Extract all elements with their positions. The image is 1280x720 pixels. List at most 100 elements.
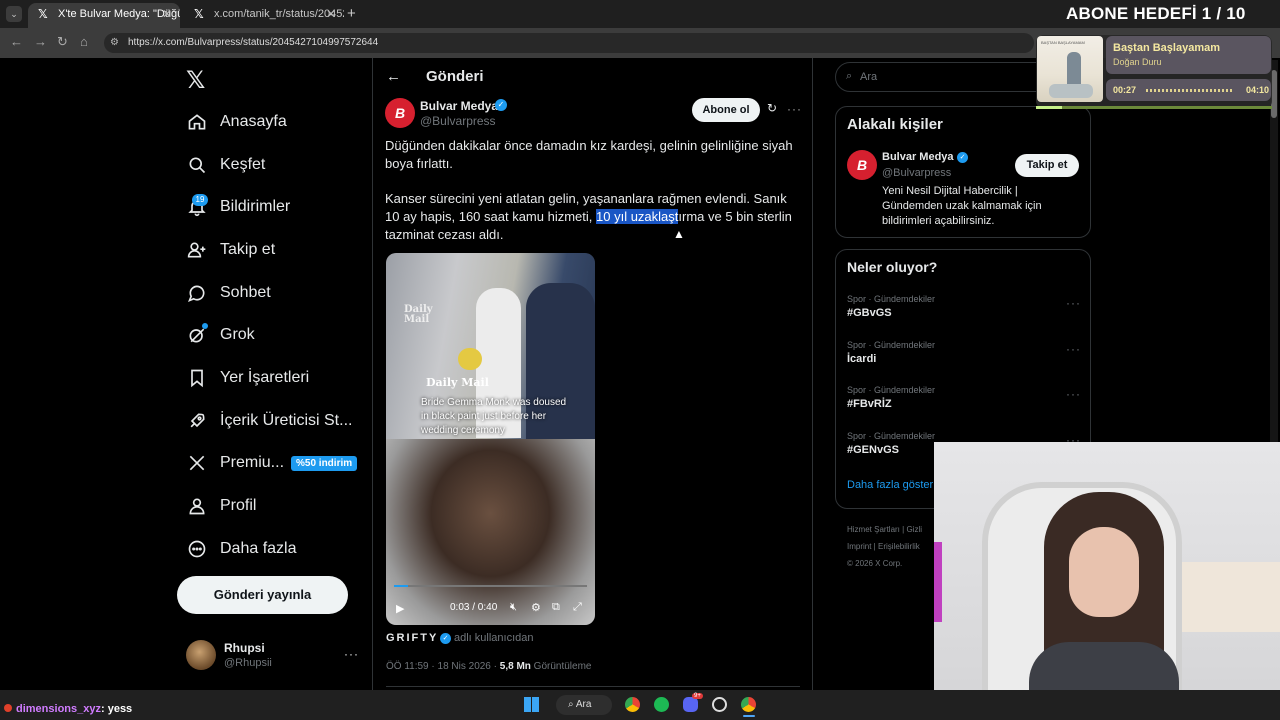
grok-icon[interactable]: ↻	[767, 101, 777, 115]
new-tab-button[interactable]: +	[347, 5, 356, 22]
post-button[interactable]: Gönderi yayınla	[177, 576, 348, 614]
trend-more-icon[interactable]: ···	[1066, 296, 1081, 310]
address-bar[interactable]: https://x.com/Bulvarpress/status/2045427…	[104, 33, 1034, 53]
account-menu-icon[interactable]: ···	[344, 647, 359, 661]
sidebar-item-add-person[interactable]: Takip et	[186, 235, 275, 265]
video-player[interactable]: Daily Mail Daily Mail Bride Gemma Monk w…	[386, 253, 595, 625]
imprint-link[interactable]: Imprint	[847, 542, 871, 551]
song-title: Baştan Başlayamam	[1113, 42, 1221, 54]
author-avatar[interactable]: B	[385, 98, 415, 128]
trend-category: Spor · Gündemdekiler	[847, 431, 936, 441]
video-progress-track[interactable]	[394, 585, 587, 587]
taskbar-search-label: Ara	[575, 699, 592, 710]
trend-name[interactable]: #GBvGS	[847, 307, 892, 319]
trend-category: Spor · Gündemdekiler	[847, 340, 936, 350]
post-text-1: Düğünden dakikalar önce damadın kız kard…	[385, 138, 793, 171]
chrome-icon[interactable]	[625, 697, 640, 712]
x-logo-icon: 𝕏	[38, 7, 48, 21]
tab-active[interactable]: 𝕏 X'te Bulvar Medya: "Düğün ✕	[28, 3, 180, 28]
reload-icon[interactable]: ↻	[57, 34, 68, 50]
cover-figure	[1067, 52, 1081, 86]
spotify-icon[interactable]	[654, 697, 669, 712]
source-name[interactable]: GRIFTY	[386, 632, 438, 644]
verified-icon: ✓	[440, 633, 451, 644]
tab-list-button[interactable]: ⌄	[6, 6, 22, 22]
verified-icon: ✓	[957, 152, 968, 163]
back-icon[interactable]: ←	[10, 34, 23, 49]
mute-icon[interactable]: 🔇︎	[510, 601, 517, 614]
show-more-link[interactable]: Daha fazla göster	[847, 479, 933, 491]
search-placeholder: Ara	[860, 71, 878, 83]
trend-name[interactable]: İcardi	[847, 353, 876, 365]
add-person-icon	[186, 239, 208, 261]
more-icon[interactable]: ···	[787, 102, 802, 116]
url-text: https://x.com/Bulvarpress/status/2045427…	[128, 37, 379, 48]
home-icon	[186, 111, 208, 133]
elapsed-time: 00:27	[1113, 85, 1137, 95]
close-tab-icon[interactable]: ✕	[326, 3, 336, 25]
taskbar-search[interactable]: ⌕ Ara	[556, 695, 612, 715]
rocket-icon	[186, 410, 208, 432]
home-icon[interactable]: ⌂	[80, 34, 88, 49]
webcam-feed	[934, 442, 1280, 720]
x-logo-icon[interactable]: 𝕏	[186, 66, 205, 95]
x-logo-icon	[186, 452, 208, 474]
sidebar-item-label: Takip et	[220, 241, 276, 258]
fullscreen-icon[interactable]: ⤢	[573, 601, 582, 614]
page-title: Gönderi	[426, 68, 484, 85]
author-name[interactable]: Bulvar Medya	[420, 99, 498, 113]
sidebar-item-label: Yer İşaretleri	[220, 369, 310, 386]
back-arrow-icon[interactable]: ←	[386, 68, 401, 85]
sidebar-item-home[interactable]: Anasayfa	[186, 107, 287, 137]
discord-icon[interactable]	[683, 697, 698, 712]
music-track	[1146, 89, 1234, 92]
copyright: © 2026 X Corp.	[847, 559, 903, 568]
person-icon	[186, 495, 208, 517]
cover-title: BAŞTAN BAŞLAYAMAM	[1041, 40, 1085, 45]
close-tab-icon[interactable]: ✕	[162, 3, 172, 25]
sidebar-item-rocket[interactable]: İçerik Üreticisi St...	[186, 406, 352, 436]
chat-text: : yess	[100, 703, 133, 715]
account-name: Rhupsi	[224, 641, 265, 655]
sidebar-item-person[interactable]: Profil	[186, 491, 256, 521]
related-avatar[interactable]: B	[847, 150, 877, 180]
play-icon[interactable]: ▶	[396, 602, 404, 615]
sidebar-item-label: Daha fazla	[220, 540, 297, 557]
sidebar-item-search[interactable]: Keşfet	[186, 150, 265, 180]
chrome-active-icon[interactable]	[741, 697, 756, 712]
trend-more-icon[interactable]: ···	[1066, 342, 1081, 356]
trend-name[interactable]: #GENvGS	[847, 444, 899, 456]
accessibility-link[interactable]: Erişilebilirlik	[878, 542, 920, 551]
x-logo-icon: 𝕏	[194, 7, 204, 21]
sidebar-item-label: Premiu...	[220, 454, 285, 471]
terms-link[interactable]: Hizmet Şartları	[847, 525, 900, 534]
obs-icon[interactable]	[712, 697, 727, 712]
footer-links: Hizmet Şartları | Gizli Imprint | Erişil…	[847, 521, 947, 572]
trend-name[interactable]: #FBvRİZ	[847, 398, 892, 410]
related-name[interactable]: Bulvar Medya	[882, 151, 954, 163]
follow-button[interactable]: Takip et	[1015, 154, 1079, 177]
settings-icon[interactable]: ⚙	[531, 601, 541, 614]
sidebar-item-more-circle[interactable]: Daha fazla	[186, 534, 297, 564]
forward-icon[interactable]: →	[34, 34, 47, 49]
post-text-2: Kanser sürecini yeni atlatan gelin, yaşa…	[385, 190, 797, 244]
sidebar-item-grok[interactable]: Grok	[186, 320, 255, 350]
subscribe-button[interactable]: Abone ol	[692, 98, 760, 122]
tab-inactive[interactable]: 𝕏 x.com/tanik_tr/status/20452780 ✕	[184, 3, 344, 28]
privacy-link[interactable]: Gizli	[906, 525, 922, 534]
pip-icon[interactable]: ⧉	[552, 601, 560, 614]
account-handle: @Rhupsii	[224, 657, 272, 669]
tab-title: x.com/tanik_tr/status/20452780	[214, 8, 344, 20]
subscriber-goal: ABONE HEDEFİ 1 / 10	[1066, 4, 1246, 23]
account-avatar[interactable]	[186, 640, 216, 670]
more-circle-icon	[186, 538, 208, 560]
windows-start-icon[interactable]	[524, 697, 539, 712]
footer-row: Imprint | Erişilebilirlik	[847, 542, 920, 551]
verified-icon: ✓	[495, 99, 507, 111]
site-info-icon[interactable]: ⚙	[110, 37, 119, 48]
sidebar-item-bookmark[interactable]: Yer İşaretleri	[186, 363, 309, 393]
trend-more-icon[interactable]: ···	[1066, 387, 1081, 401]
sidebar-item-x-logo[interactable]: Premiu...	[186, 448, 284, 478]
video-progress-fill	[394, 585, 409, 587]
sidebar-item-chat[interactable]: Sohbet	[186, 278, 271, 308]
